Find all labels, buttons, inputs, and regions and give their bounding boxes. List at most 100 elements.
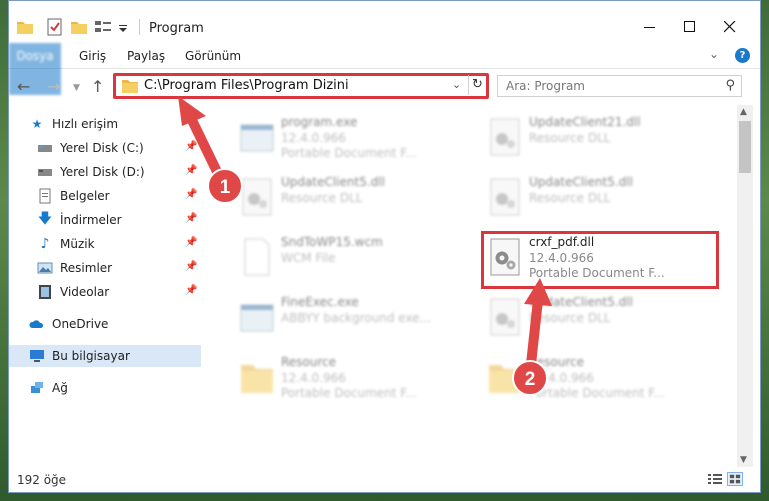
tab-view[interactable]: Görünüm [175,43,251,69]
sidebar-item-network[interactable]: Ağ [29,377,201,399]
close-icon [724,21,736,33]
file-description: WCM File [281,251,336,265]
expand-ribbon-chevron-icon[interactable]: ⌄ [709,47,719,61]
search-icon[interactable]: ⚲ [725,78,735,93]
tab-share[interactable]: Paylaş [117,43,175,69]
address-dropdown-icon[interactable]: ⌄ [452,78,461,91]
minimize-button[interactable] [635,15,665,39]
sidebar-item-label: Yerel Disk (D:) [60,165,145,179]
scroll-up-icon[interactable]: ▲ [740,107,747,117]
help-icon[interactable]: ? [735,48,750,63]
file-item[interactable]: UpdateClient5.dll Resource DLL [483,293,723,345]
dll-gear-icon [490,118,520,156]
file-description: Resource DLL [281,191,363,205]
pin-icon[interactable]: 📌 [185,189,197,200]
ribbon-tabs: Dosya Giriş Paylaş Görünüm ⌄ ? [9,43,760,95]
address-path[interactable]: C:\Program Files\Program Dizini [144,78,349,93]
computer-icon [30,350,44,362]
file-description: ABBYY background exe... [281,311,432,325]
file-version: 12.4.0.966 [281,371,346,385]
file-item[interactable]: FineExec.exe ABBYY background exe... [235,293,475,345]
dll-gear-icon [242,178,272,216]
sidebar-item-pictures[interactable]: Resimler 📌 [37,257,201,279]
documents-icon [39,188,51,204]
blank-file-icon [244,238,270,276]
scroll-thumb[interactable] [739,121,751,173]
sidebar-item-local-disk-c[interactable]: Yerel Disk (C:) 📌 [37,137,201,159]
navigation-pane: ★ Hızlı erişim Yerel Disk (C:) 📌 Yerel D… [9,105,205,463]
highlight-box [481,231,719,289]
minimize-icon [644,27,655,28]
cloud-icon [29,320,44,328]
network-icon [31,382,43,393]
download-icon: 🡇 [37,211,53,227]
back-arrow-icon[interactable]: ← [17,77,30,96]
file-item[interactable]: UpdateClient5.dll Resource DLL [235,173,475,225]
folder-icon[interactable] [15,17,35,37]
file-name: program.exe [281,115,358,129]
address-bar[interactable]: C:\Program Files\Program Dizini ⌄ ↻ [113,73,489,99]
pin-icon[interactable]: 📌 [185,261,197,272]
file-version: 12.4.0.966 [281,131,346,145]
close-button[interactable] [715,15,745,39]
sidebar-item-label: İndirmeler [60,213,122,227]
details-view-icon[interactable] [707,472,723,486]
file-description: Portable Document F... [281,146,417,160]
exe-icon [240,304,274,332]
file-item[interactable]: UpdateClient5.dll Resource DLL [483,173,723,225]
forward-arrow-icon[interactable]: → [47,77,60,96]
pictures-icon [37,262,53,274]
drive-icon [38,169,52,176]
pin-icon[interactable]: 📌 [185,237,197,248]
file-item[interactable]: UpdateClient21.dll Resource DLL [483,113,723,165]
maximize-button[interactable] [675,15,705,39]
search-placeholder[interactable]: Ara: Program [506,79,585,93]
sidebar-item-local-disk-d[interactable]: Yerel Disk (D:) 📌 [37,161,201,183]
scroll-down-icon[interactable]: ▼ [740,455,747,465]
pin-icon[interactable]: 📌 [185,165,197,176]
up-arrow-icon[interactable]: ↑ [91,77,104,96]
sidebar-item-label: Videolar [60,285,110,299]
exe-icon [240,124,274,152]
sidebar-item-onedrive[interactable]: OneDrive [29,313,201,335]
file-name: UpdateClient21.dll [529,115,641,129]
sidebar-item-quick-access[interactable]: ★ Hızlı erişim [29,113,221,135]
file-version: 12.4.0.966 [529,371,594,385]
navigation-bar: ← → ▼ ↑ C:\Program Files\Program Dizini … [9,71,760,103]
sidebar-item-label: Müzik [60,237,95,251]
file-item[interactable]: SndToWP15.wcm WCM File [235,233,475,285]
refresh-icon[interactable]: ↻ [468,75,486,95]
vertical-scrollbar[interactable]: ▲ ▼ [737,105,753,467]
title-bar: Program [9,1,760,43]
recent-locations-chevron-icon[interactable]: ▼ [73,83,80,93]
dll-gear-icon [490,298,520,336]
search-box[interactable]: Ara: Program ⚲ [497,75,742,97]
properties-check-icon[interactable] [45,17,65,37]
sidebar-item-documents[interactable]: Belgeler 📌 [37,185,201,207]
titlebar-divider [139,19,140,35]
sidebar-item-label: Belgeler [60,189,110,203]
view-options-icon[interactable] [93,17,113,37]
sidebar-item-downloads[interactable]: 🡇 İndirmeler 📌 [37,209,201,231]
large-icons-view-icon[interactable] [727,472,743,486]
sidebar-item-label: Resimler [60,261,113,275]
customize-toolbar-icon[interactable] [117,17,129,37]
file-name: Resource [529,355,585,369]
pin-icon[interactable]: 📌 [185,213,197,224]
sidebar-item-label: Bu bilgisayar [52,349,130,363]
pin-icon[interactable]: 📌 [185,141,197,152]
file-item[interactable]: Resource 12.4.0.966 Portable Document F.… [483,353,723,405]
sidebar-item-music[interactable]: ♪ Müzik 📌 [37,233,201,255]
file-name: Resource [281,355,337,369]
sidebar-item-videos[interactable]: Videolar 📌 [37,281,201,303]
file-description: Portable Document F... [281,386,417,400]
file-name: UpdateClient5.dll [281,175,385,189]
pin-icon[interactable]: 📌 [185,285,197,296]
tab-home[interactable]: Giriş [69,43,116,69]
file-item[interactable]: Resource 12.4.0.966 Portable Document F.… [235,353,475,405]
new-folder-icon[interactable] [69,17,89,37]
folder-icon [489,365,521,393]
folder-icon [122,80,138,93]
file-item[interactable]: program.exe 12.4.0.966 Portable Document… [235,113,475,165]
sidebar-item-this-pc[interactable]: Bu bilgisayar [9,345,201,367]
